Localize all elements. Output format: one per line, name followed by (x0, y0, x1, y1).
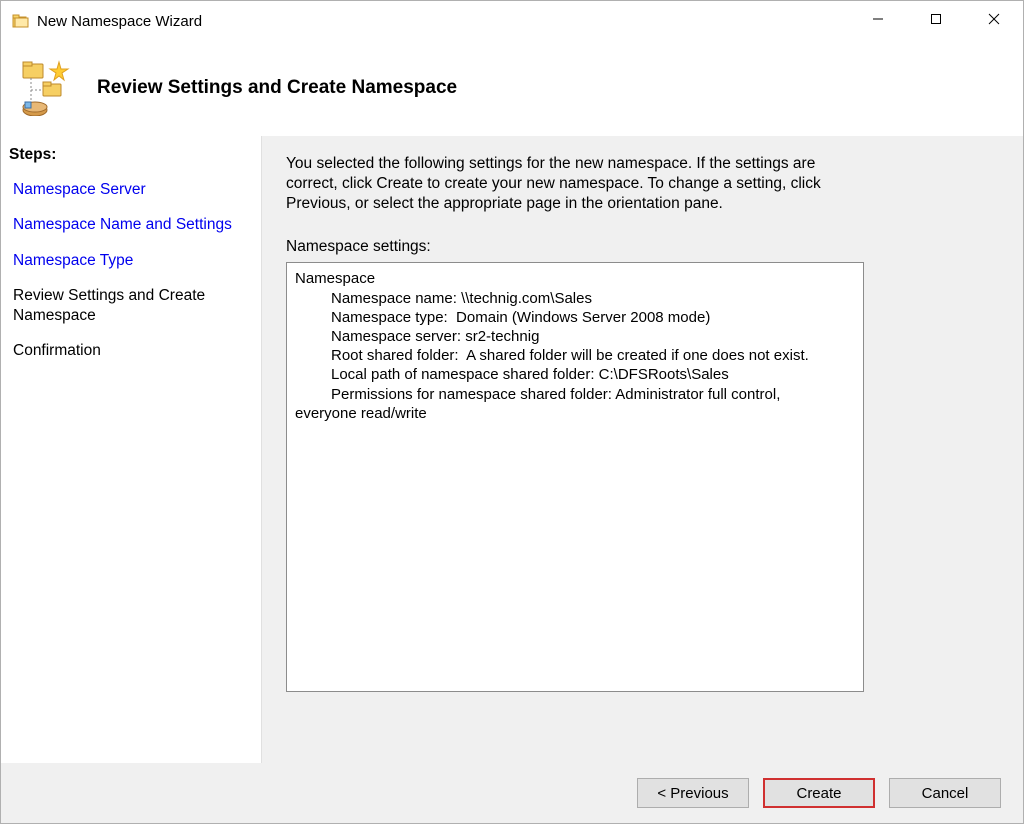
instruction-text: You selected the following settings for … (286, 154, 846, 214)
minimize-button[interactable] (849, 1, 907, 37)
header-band: Review Settings and Create Namespace (1, 41, 1023, 136)
step-namespace-type[interactable]: Namespace Type (9, 243, 253, 278)
steps-heading: Steps: (9, 146, 253, 164)
step-namespace-name-settings[interactable]: Namespace Name and Settings (9, 207, 253, 242)
settings-heading: Namespace (295, 270, 375, 287)
wizard-window: New Namespace Wizard (0, 0, 1024, 824)
steps-sidebar: Steps: Namespace Server Namespace Name a… (1, 136, 262, 763)
body-area: Steps: Namespace Server Namespace Name a… (1, 136, 1023, 823)
settings-wrap-line: everyone read/write (295, 405, 427, 422)
content-pane: You selected the following settings for … (262, 136, 1023, 763)
settings-label: Namespace settings: (286, 238, 999, 256)
titlebar: New Namespace Wizard (1, 1, 1023, 41)
button-row: < Previous Create Cancel (1, 763, 1023, 823)
window-title: New Namespace Wizard (37, 13, 202, 30)
step-review-settings[interactable]: Review Settings and Create Namespace (9, 278, 253, 333)
wizard-header-icon (17, 60, 73, 116)
step-namespace-server[interactable]: Namespace Server (9, 172, 253, 207)
settings-line: Namespace name: \\technig.com\Sales (295, 289, 855, 308)
settings-line: Permissions for namespace shared folder:… (295, 385, 855, 404)
app-icon (11, 12, 29, 30)
settings-line: Root shared folder: A shared folder will… (295, 346, 855, 365)
close-button[interactable] (965, 1, 1023, 37)
create-button[interactable]: Create (763, 778, 875, 808)
step-confirmation[interactable]: Confirmation (9, 333, 253, 368)
maximize-button[interactable] (907, 1, 965, 37)
settings-line: Namespace type: Domain (Windows Server 2… (295, 308, 855, 327)
window-controls (849, 1, 1023, 37)
page-title: Review Settings and Create Namespace (97, 77, 457, 99)
previous-button[interactable]: < Previous (637, 778, 749, 808)
cancel-button[interactable]: Cancel (889, 778, 1001, 808)
settings-line: Local path of namespace shared folder: C… (295, 365, 855, 384)
settings-line: Namespace server: sr2-technig (295, 327, 855, 346)
namespace-settings-box[interactable]: Namespace Namespace name: \\technig.com\… (286, 262, 864, 692)
